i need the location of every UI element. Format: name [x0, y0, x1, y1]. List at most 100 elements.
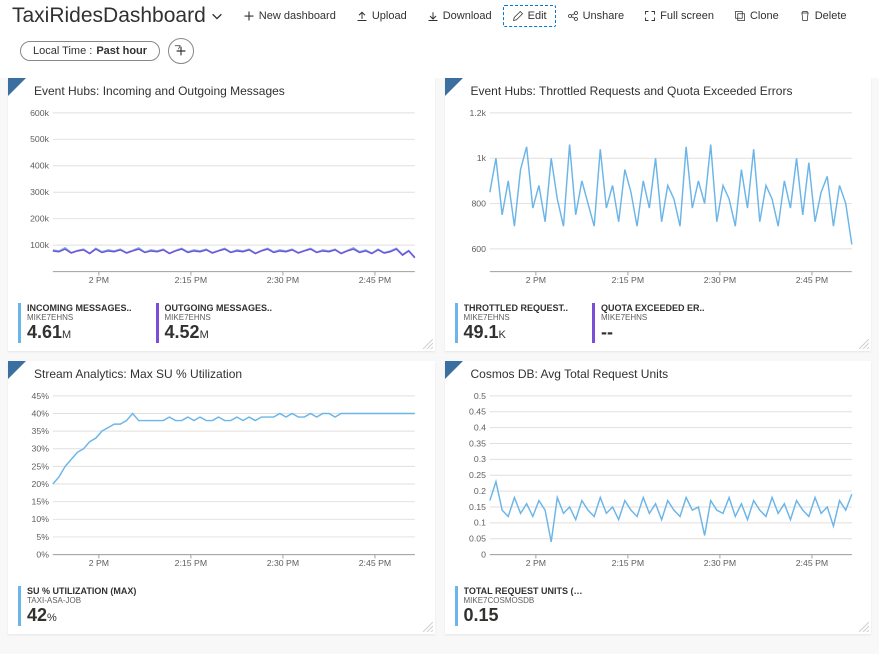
plus-icon [243, 10, 255, 22]
chevron-down-icon [210, 9, 224, 23]
tile-menu-corner[interactable] [8, 361, 26, 379]
svg-text:2:15 PM: 2:15 PM [175, 275, 207, 285]
legend-sublabel: MIKE7EHNS [27, 313, 132, 322]
legend-sublabel: TAXI-ASA-JOB [27, 596, 136, 605]
legend-item[interactable]: QUOTA EXCEEDED ER.. MIKE7EHNS -- [592, 303, 705, 343]
dashboard-header: TaxiRidesDashboard New dashboard Upload … [0, 0, 879, 28]
svg-text:15%: 15% [32, 497, 50, 507]
delete-button[interactable]: Delete [790, 5, 856, 27]
svg-text:1k: 1k [476, 153, 486, 163]
add-filter-icon [174, 44, 188, 58]
svg-text:2:30 PM: 2:30 PM [703, 275, 735, 285]
svg-text:200k: 200k [30, 214, 50, 224]
svg-text:2:30 PM: 2:30 PM [267, 558, 299, 568]
legend-label: INCOMING MESSAGES.. [27, 303, 132, 313]
dashboard-title: TaxiRidesDashboard [12, 4, 206, 28]
svg-text:5%: 5% [36, 532, 49, 542]
legend-item[interactable]: SU % UTILIZATION (MAX) TAXI-ASA-JOB 42% [18, 586, 136, 626]
unshare-button[interactable]: Unshare [558, 5, 634, 27]
svg-text:20%: 20% [32, 479, 50, 489]
legend-value: 4.61M [27, 322, 132, 343]
tile-menu-corner[interactable] [8, 78, 26, 96]
svg-text:500k: 500k [30, 134, 50, 144]
svg-text:0.3: 0.3 [473, 454, 485, 464]
fullscreen-button[interactable]: Full screen [635, 5, 723, 27]
legend-item[interactable]: TOTAL REQUEST UNITS (AVG) MIKE7COSMOSDB … [455, 586, 584, 626]
svg-text:2:45 PM: 2:45 PM [359, 275, 391, 285]
chart-legend: SU % UTILIZATION (MAX) TAXI-ASA-JOB 42% [18, 580, 425, 626]
svg-text:30%: 30% [32, 444, 50, 454]
svg-text:800: 800 [471, 198, 486, 208]
legend-label: THROTTLED REQUEST.. [464, 303, 569, 313]
resize-handle-icon[interactable] [859, 339, 869, 349]
svg-text:35%: 35% [32, 426, 50, 436]
legend-value: 42% [27, 605, 136, 626]
svg-text:2 PM: 2 PM [89, 558, 109, 568]
pencil-icon [512, 10, 524, 22]
legend-value: 0.15 [464, 605, 584, 626]
chart-eventhubs-messages[interactable]: 100k200k300k400k500k600k2 PM2:15 PM2:30 … [18, 104, 425, 294]
svg-text:0.15: 0.15 [469, 502, 486, 512]
download-icon [427, 10, 439, 22]
svg-text:2 PM: 2 PM [89, 275, 109, 285]
unshare-icon [567, 10, 579, 22]
chart-stream-analytics[interactable]: 0%5%10%15%20%25%30%35%40%45%2 PM2:15 PM2… [18, 387, 425, 577]
legend-sublabel: MIKE7COSMOSDB [464, 596, 584, 605]
svg-text:400k: 400k [30, 161, 50, 171]
svg-text:2:15 PM: 2:15 PM [175, 558, 207, 568]
svg-text:2 PM: 2 PM [525, 275, 545, 285]
svg-text:0: 0 [481, 549, 486, 559]
tile-title: Event Hubs: Throttled Requests and Quota… [471, 84, 862, 98]
svg-text:2:15 PM: 2:15 PM [611, 275, 643, 285]
svg-text:2:45 PM: 2:45 PM [795, 275, 827, 285]
legend-item[interactable]: THROTTLED REQUEST.. MIKE7EHNS 49.1K [455, 303, 569, 343]
legend-value: -- [601, 322, 705, 343]
legend-item[interactable]: INCOMING MESSAGES.. MIKE7EHNS 4.61M [18, 303, 132, 343]
svg-text:0.05: 0.05 [469, 534, 486, 544]
tile-menu-corner[interactable] [445, 361, 463, 379]
svg-text:600: 600 [471, 244, 486, 254]
resize-handle-icon[interactable] [423, 622, 433, 632]
toolbar: New dashboard Upload Download Edit Unsha… [234, 5, 856, 27]
dashboard-title-dropdown[interactable]: TaxiRidesDashboard [12, 4, 230, 28]
time-filter-pill[interactable]: Local Time : Past hour [20, 41, 160, 61]
svg-text:0.4: 0.4 [473, 423, 485, 433]
upload-icon [356, 10, 368, 22]
resize-handle-icon[interactable] [423, 339, 433, 349]
legend-label: SU % UTILIZATION (MAX) [27, 586, 136, 596]
svg-text:0.25: 0.25 [469, 470, 486, 480]
legend-label: TOTAL REQUEST UNITS (AVG) [464, 586, 584, 596]
download-button[interactable]: Download [418, 5, 501, 27]
upload-button[interactable]: Upload [347, 5, 416, 27]
svg-text:300k: 300k [30, 187, 50, 197]
tile-eventhubs-messages: Event Hubs: Incoming and Outgoing Messag… [8, 78, 435, 351]
tile-title: Cosmos DB: Avg Total Request Units [471, 367, 862, 381]
fullscreen-icon [644, 10, 656, 22]
edit-button[interactable]: Edit [503, 5, 556, 27]
legend-item[interactable]: OUTGOING MESSAGES.. MIKE7EHNS 4.52M [156, 303, 273, 343]
legend-sublabel: MIKE7EHNS [165, 313, 273, 322]
svg-text:0.5: 0.5 [473, 391, 485, 401]
chart-cosmosdb[interactable]: 00.050.10.150.20.250.30.350.40.450.52 PM… [455, 387, 862, 577]
tile-eventhubs-throttled: Event Hubs: Throttled Requests and Quota… [445, 78, 872, 351]
tile-menu-corner[interactable] [445, 78, 463, 96]
chart-legend: INCOMING MESSAGES.. MIKE7EHNS 4.61M OUTGO… [18, 297, 425, 343]
svg-text:10%: 10% [32, 514, 50, 524]
legend-sublabel: MIKE7EHNS [601, 313, 705, 322]
tile-grid: Event Hubs: Incoming and Outgoing Messag… [0, 78, 879, 642]
resize-handle-icon[interactable] [859, 622, 869, 632]
svg-text:45%: 45% [32, 391, 50, 401]
svg-text:25%: 25% [32, 461, 50, 471]
svg-text:0.2: 0.2 [473, 486, 485, 496]
clone-button[interactable]: Clone [725, 5, 788, 27]
legend-label: OUTGOING MESSAGES.. [165, 303, 273, 313]
svg-text:2:45 PM: 2:45 PM [359, 558, 391, 568]
chart-eventhubs-throttled[interactable]: 6008001k1.2k2 PM2:15 PM2:30 PM2:45 PM [455, 104, 862, 294]
svg-text:2 PM: 2 PM [525, 558, 545, 568]
tile-title: Event Hubs: Incoming and Outgoing Messag… [34, 84, 425, 98]
svg-text:0.1: 0.1 [473, 518, 485, 528]
legend-value: 4.52M [165, 322, 273, 343]
add-filter-button[interactable] [168, 38, 194, 64]
new-dashboard-button[interactable]: New dashboard [234, 5, 345, 27]
tile-title: Stream Analytics: Max SU % Utilization [34, 367, 425, 381]
